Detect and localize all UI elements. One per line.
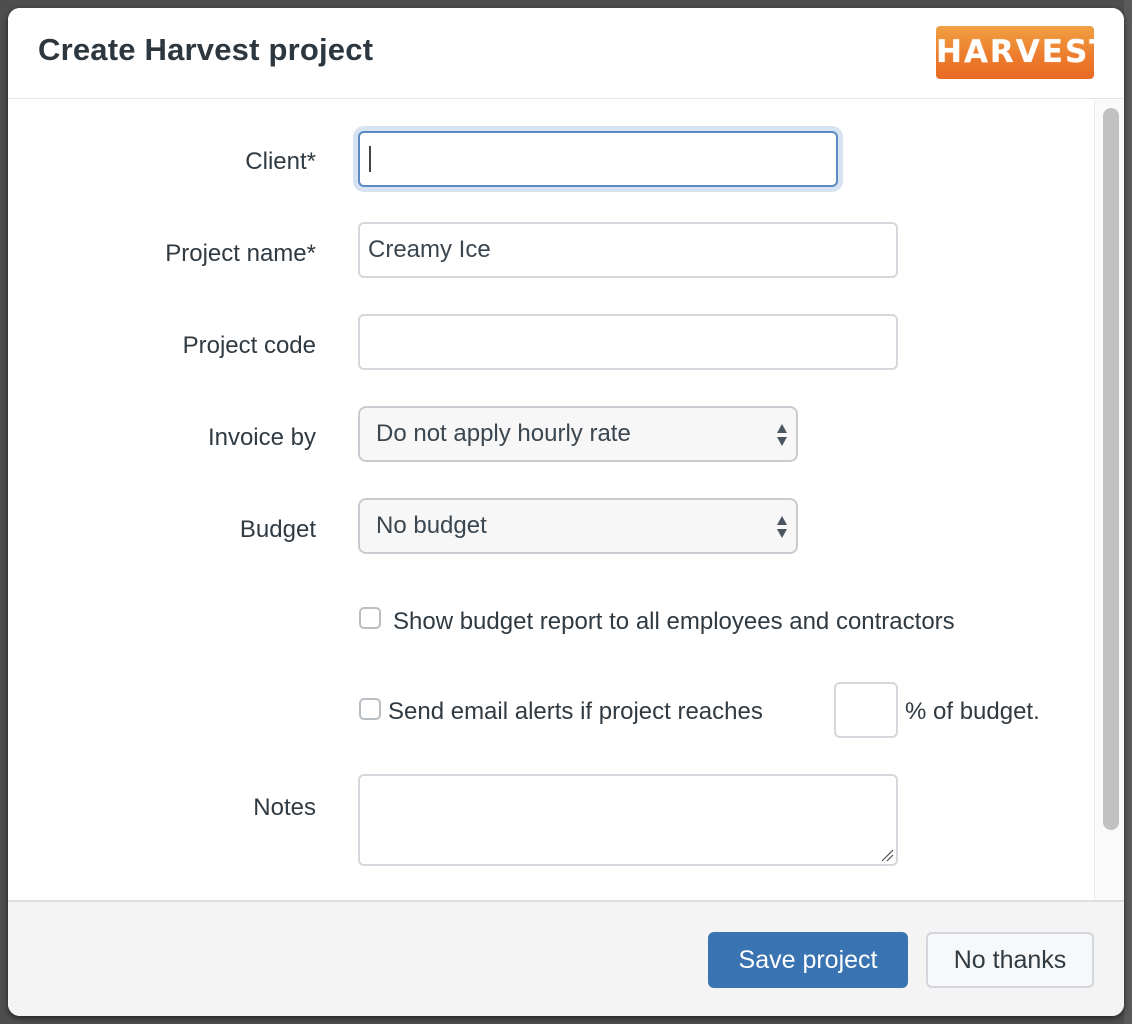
invoice-by-label: Invoice by <box>207 424 316 451</box>
project-name-label: Project name* <box>165 240 316 267</box>
email-alerts-label: Send email alerts if project reaches <box>388 698 763 725</box>
dialog-footer: Save project No thanks <box>8 900 1124 1016</box>
invoice-by-selected: Do not apply hourly rate <box>376 420 631 447</box>
show-budget-report-checkbox[interactable] <box>359 607 381 629</box>
project-name-input[interactable]: Creamy Ice <box>358 222 898 278</box>
dialog-title: Create Harvest project <box>38 32 374 67</box>
project-name-value: Creamy Ice <box>368 236 491 263</box>
no-thanks-button[interactable]: No thanks <box>926 932 1094 988</box>
page-backdrop <box>1124 0 1132 1024</box>
create-project-dialog: Create Harvest project HARVEST Client* P… <box>8 8 1124 1016</box>
resize-grip-icon[interactable] <box>880 848 894 862</box>
project-code-label: Project code <box>182 332 316 359</box>
budget-selected: No budget <box>376 512 487 539</box>
budget-label: Budget <box>239 516 316 543</box>
harvest-logo: HARVEST <box>936 26 1110 79</box>
project-code-input[interactable] <box>358 314 898 370</box>
select-updown-icon <box>777 424 787 446</box>
text-caret <box>369 146 371 172</box>
email-alerts-suffix: % of budget. <box>905 698 1040 725</box>
save-project-button[interactable]: Save project <box>708 932 908 988</box>
client-label: Client* <box>245 148 316 175</box>
dialog-header: Create Harvest project HARVEST <box>8 8 1124 99</box>
invoice-by-select[interactable]: Do not apply hourly rate <box>358 406 798 462</box>
scrollbar[interactable] <box>1094 100 1124 900</box>
alert-percent-input[interactable] <box>834 682 898 738</box>
client-input[interactable] <box>358 131 838 187</box>
budget-select[interactable]: No budget <box>358 498 798 554</box>
email-alerts-checkbox[interactable] <box>359 698 381 720</box>
scrollbar-thumb[interactable] <box>1103 108 1119 830</box>
notes-label: Notes <box>253 794 316 821</box>
notes-textarea[interactable] <box>358 774 898 866</box>
select-updown-icon <box>777 516 787 538</box>
show-budget-report-label: Show budget report to all employees and … <box>393 608 955 635</box>
